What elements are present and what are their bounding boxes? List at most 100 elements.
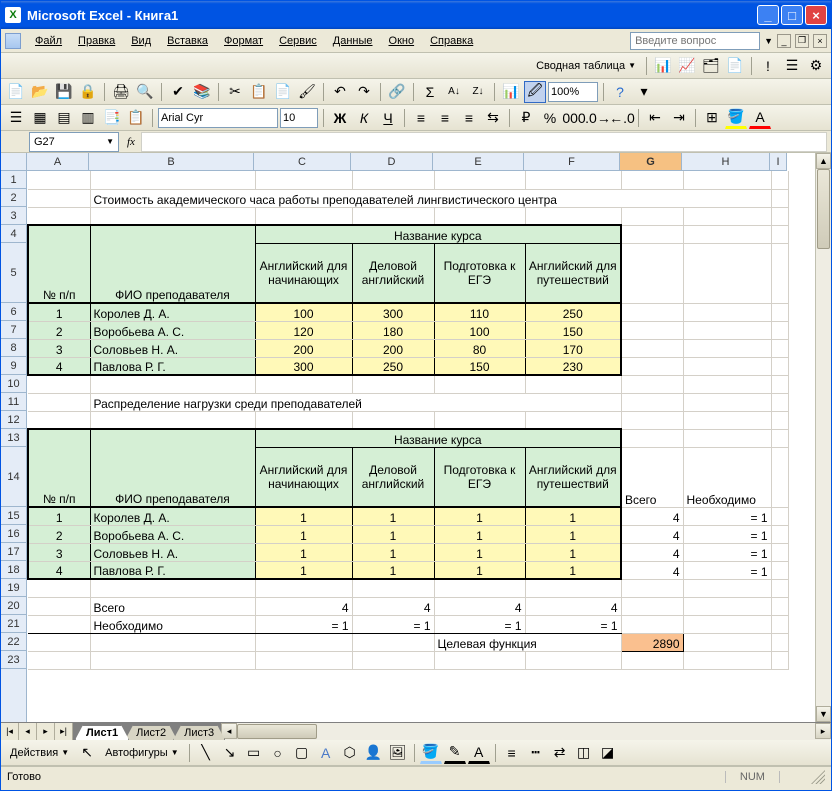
- line-style-icon[interactable]: ≡: [501, 742, 523, 764]
- sort-desc-icon[interactable]: Z↓: [467, 81, 489, 103]
- drawing-toggle-icon[interactable]: 🖉: [524, 81, 546, 103]
- align-center-icon[interactable]: ≡: [434, 107, 456, 129]
- preview-icon[interactable]: 🔍: [134, 81, 156, 103]
- menu-view[interactable]: Вид: [123, 33, 159, 49]
- arrow-icon[interactable]: ↘: [219, 742, 241, 764]
- sheet-tab[interactable]: Лист2: [125, 725, 177, 740]
- arrow-style-icon[interactable]: ⇄: [549, 742, 571, 764]
- 3d-icon[interactable]: ◪: [597, 742, 619, 764]
- chart-icon[interactable]: 📊: [500, 81, 522, 103]
- cell[interactable]: Соловьев Н. А.: [90, 339, 255, 357]
- cell[interactable]: 4: [28, 561, 90, 579]
- pivot-show-icon[interactable]: 📄: [724, 55, 746, 77]
- clipart-icon[interactable]: 👤: [363, 742, 385, 764]
- paste-icon[interactable]: 📄: [272, 81, 294, 103]
- row-header[interactable]: 19: [1, 579, 26, 597]
- row-header[interactable]: 22: [1, 633, 26, 651]
- autoshapes-button[interactable]: Автофигуры▼: [100, 742, 184, 764]
- italic-icon[interactable]: К: [353, 107, 375, 129]
- cell[interactable]: 150: [434, 357, 525, 375]
- row-label[interactable]: Всего: [90, 597, 255, 615]
- sheet-tab[interactable]: Лист1: [75, 725, 129, 740]
- pivot-table-button[interactable]: Сводная таблица▼: [531, 55, 641, 77]
- workbook-icon[interactable]: [5, 33, 21, 49]
- row-headers[interactable]: 1234567891011121314151617181920212223: [1, 171, 27, 722]
- menu-tools[interactable]: Сервис: [271, 33, 325, 49]
- cell[interactable]: 1: [255, 525, 352, 543]
- cell[interactable]: 100: [255, 303, 352, 321]
- copy-icon[interactable]: 📋: [248, 81, 270, 103]
- cell[interactable]: Воробьева А. С.: [90, 321, 255, 339]
- cell[interactable]: 4: [621, 561, 683, 579]
- dec-indent-icon[interactable]: ⇤: [644, 107, 666, 129]
- autosum-icon[interactable]: Σ: [419, 81, 441, 103]
- col-header[interactable]: E: [433, 153, 524, 170]
- cell[interactable]: 3: [28, 339, 90, 357]
- align-left-icon[interactable]: ≡: [410, 107, 432, 129]
- format-painter-icon[interactable]: 🖌: [296, 81, 318, 103]
- row-header[interactable]: 2: [1, 189, 26, 207]
- cell[interactable]: 300: [255, 357, 352, 375]
- row-header[interactable]: 18: [1, 561, 26, 579]
- scroll-thumb[interactable]: [817, 169, 830, 249]
- cell[interactable]: 4: [434, 597, 525, 615]
- cell[interactable]: 200: [255, 339, 352, 357]
- row-header[interactable]: 7: [1, 321, 26, 339]
- col-header[interactable]: I: [770, 153, 787, 170]
- rectangle-icon[interactable]: ▭: [243, 742, 265, 764]
- menu-insert[interactable]: Вставка: [159, 33, 216, 49]
- menu-window[interactable]: Окно: [381, 33, 423, 49]
- cut-icon[interactable]: ✂: [224, 81, 246, 103]
- cells-area[interactable]: Стоимость академического часа работы пре…: [27, 171, 815, 722]
- merge-center-icon[interactable]: ⇆: [482, 107, 504, 129]
- underline-icon[interactable]: Ч: [377, 107, 399, 129]
- draw-actions-button[interactable]: Действия▼: [5, 742, 74, 764]
- col-header[interactable]: G: [620, 153, 682, 170]
- cell[interactable]: 1: [352, 525, 434, 543]
- diagram-icon[interactable]: ⬡: [339, 742, 361, 764]
- maximize-button[interactable]: □: [781, 5, 803, 25]
- cell[interactable]: 4: [525, 597, 621, 615]
- cell[interactable]: 2: [28, 321, 90, 339]
- col-header[interactable]: A: [27, 153, 89, 170]
- sheet-nav-prev-icon[interactable]: ◂: [19, 723, 37, 740]
- column-headers[interactable]: A B C D E F G H I: [27, 153, 787, 171]
- open-icon[interactable]: 📂: [29, 81, 51, 103]
- fx-label[interactable]: fx: [127, 136, 135, 148]
- cell[interactable]: = 1: [255, 615, 352, 633]
- cell[interactable]: = 1: [683, 561, 771, 579]
- row-header[interactable]: 8: [1, 339, 26, 357]
- picture-icon[interactable]: 🖼: [387, 742, 409, 764]
- new-icon[interactable]: 📄: [5, 81, 27, 103]
- cell[interactable]: 100: [434, 321, 525, 339]
- cell[interactable]: 4: [352, 597, 434, 615]
- col-header[interactable]: H: [682, 153, 770, 170]
- cell[interactable]: 1: [434, 525, 525, 543]
- borders-icon[interactable]: ⊞: [701, 107, 723, 129]
- pivot-chart-icon[interactable]: 📈: [676, 55, 698, 77]
- row-header[interactable]: 1: [1, 171, 26, 189]
- col-header[interactable]: C: [254, 153, 351, 170]
- currency-icon[interactable]: ₽: [515, 107, 537, 129]
- cell[interactable]: 80: [434, 339, 525, 357]
- cell[interactable]: 4: [255, 597, 352, 615]
- cell[interactable]: Соловьев Н. А.: [90, 543, 255, 561]
- menu-format[interactable]: Формат: [216, 33, 271, 49]
- redo-icon[interactable]: ↷: [353, 81, 375, 103]
- mdi-minimize[interactable]: _: [777, 34, 791, 48]
- pivot-refresh-icon[interactable]: !: [757, 55, 779, 77]
- cell[interactable]: = 1: [525, 615, 621, 633]
- row-header[interactable]: 23: [1, 651, 26, 669]
- cell[interactable]: 250: [352, 357, 434, 375]
- cell[interactable]: Королев Д. А.: [90, 303, 255, 321]
- dec-decimal-icon[interactable]: ←.0: [611, 107, 633, 129]
- cell[interactable]: 1: [434, 507, 525, 525]
- row-header[interactable]: 5: [1, 243, 26, 303]
- oval-icon[interactable]: ○: [267, 742, 289, 764]
- cell[interactable]: Королев Д. А.: [90, 507, 255, 525]
- vertical-scrollbar[interactable]: ▲ ▼: [815, 153, 831, 722]
- close-button[interactable]: ×: [805, 5, 827, 25]
- cell[interactable]: = 1: [683, 543, 771, 561]
- select-objects-icon[interactable]: ↖: [76, 742, 98, 764]
- cell[interactable]: 110: [434, 303, 525, 321]
